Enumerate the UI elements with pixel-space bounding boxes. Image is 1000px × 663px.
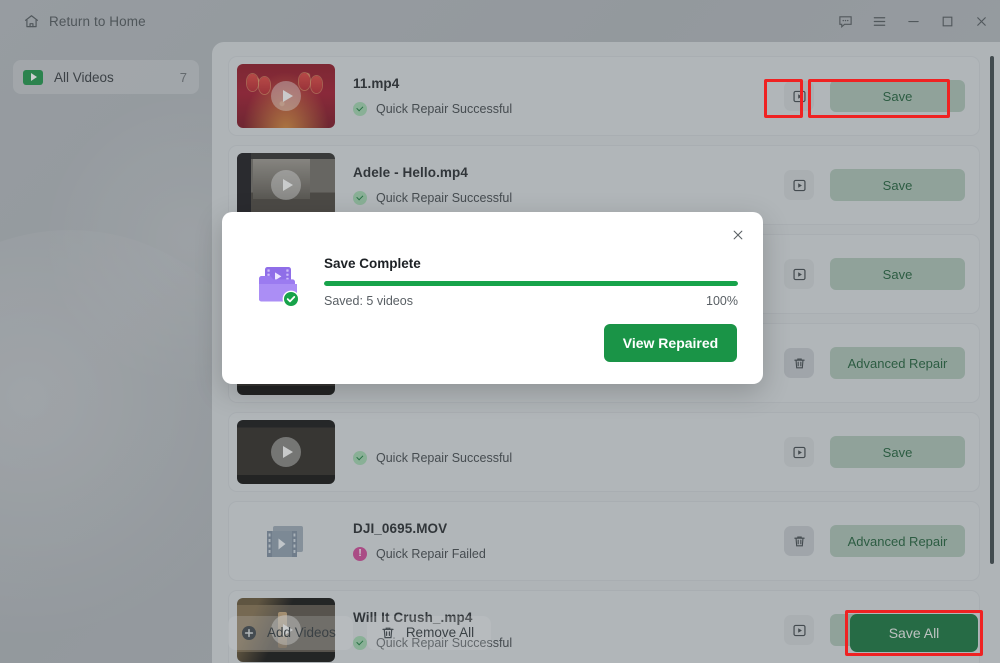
progress-bar: [324, 281, 738, 286]
view-repaired-button[interactable]: View Repaired: [604, 324, 737, 362]
progress-bar-fill: [324, 281, 738, 286]
folder-video-complete-icon: [252, 260, 304, 312]
progress-meta: Saved: 5 videos 100%: [324, 294, 738, 308]
saved-count-label: Saved: 5 videos: [324, 294, 413, 308]
dialog-footer: View Repaired: [604, 324, 737, 362]
dialog-title: Save Complete: [324, 256, 421, 271]
app-window: Return to Home All Videos 7 11.mp4 Quick…: [0, 0, 1000, 663]
progress-percent-label: 100%: [706, 294, 738, 308]
close-icon[interactable]: [725, 222, 751, 248]
dialog-content: Save Complete Saved: 5 videos 100%: [324, 256, 738, 308]
save-complete-dialog: Save Complete Saved: 5 videos 100% View …: [222, 212, 763, 384]
dialog-body: Save Complete Saved: 5 videos 100%: [252, 256, 738, 312]
